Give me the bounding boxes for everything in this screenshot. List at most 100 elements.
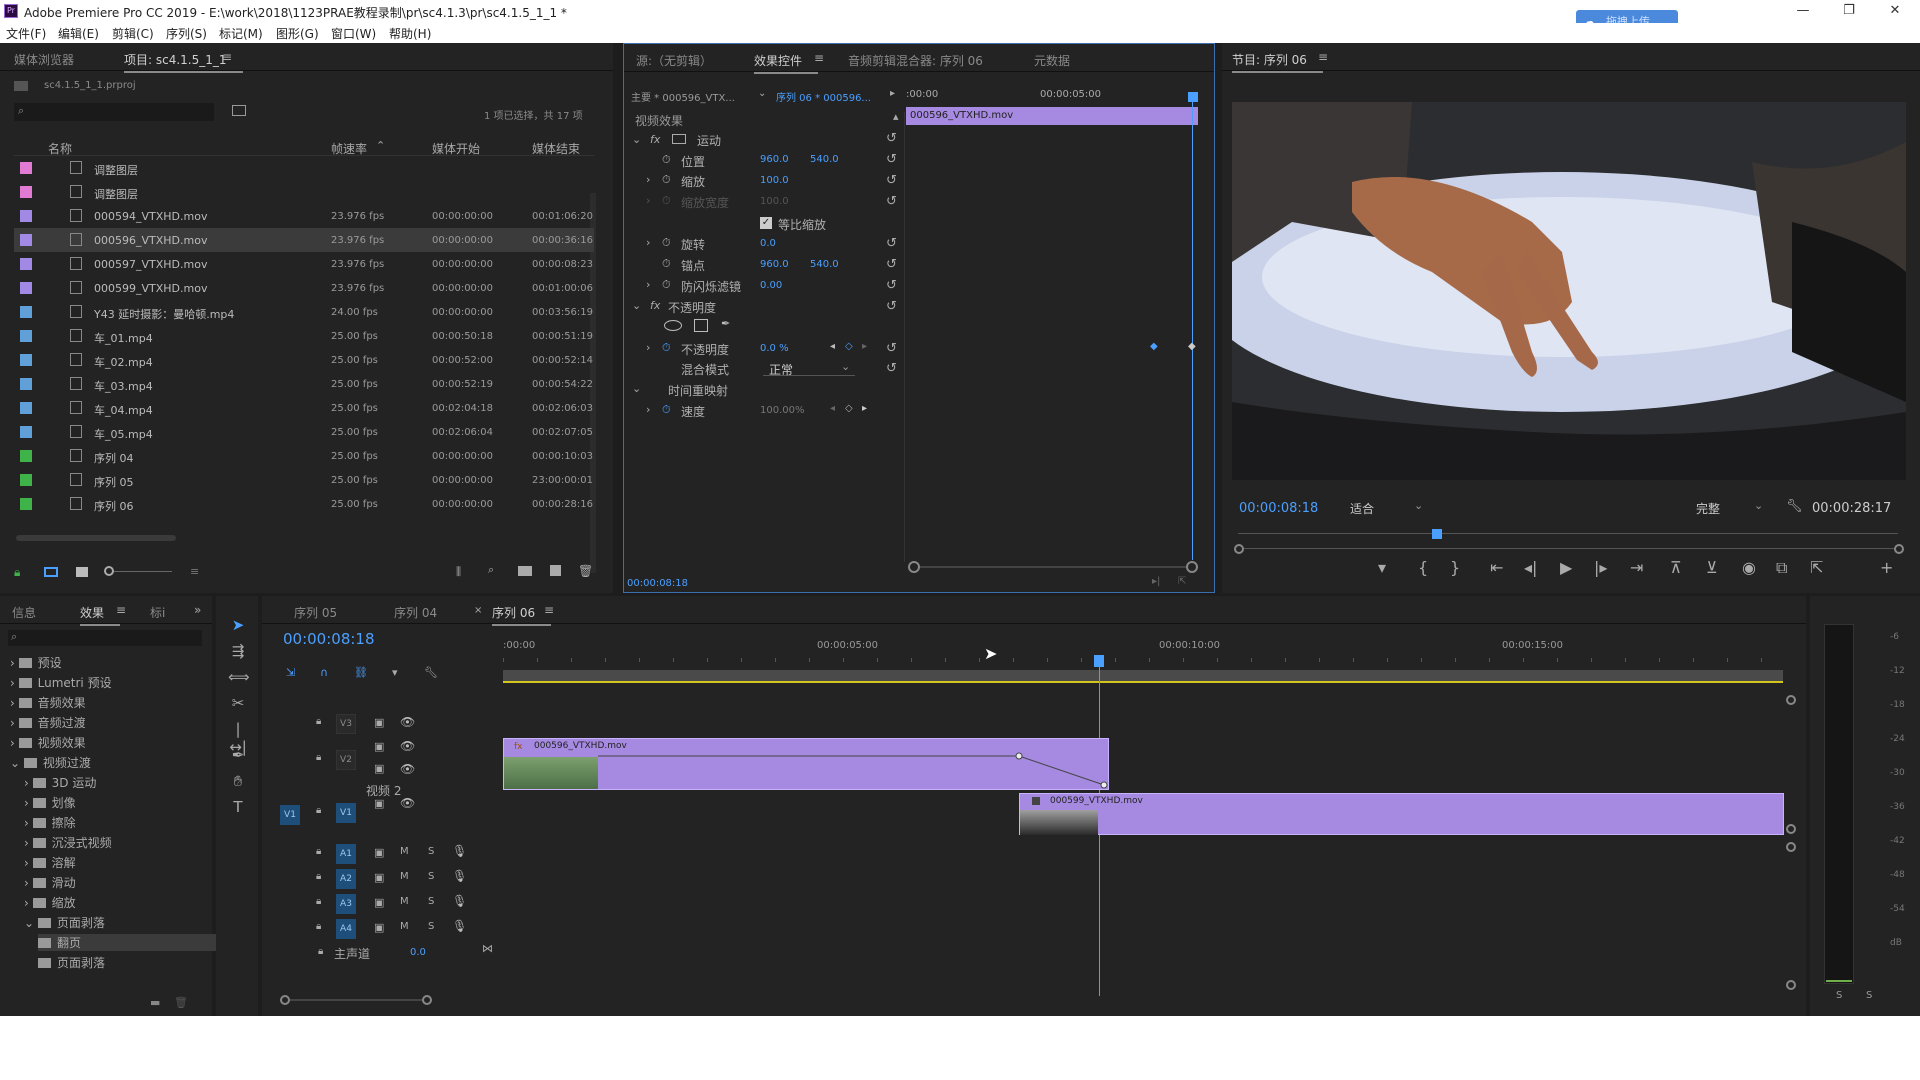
speed-value[interactable]: 100.00% xyxy=(760,405,805,416)
col-media-start[interactable]: 媒体开始 xyxy=(432,140,480,157)
effects-tree-item[interactable]: ⌄ 视频过渡 xyxy=(10,754,91,771)
sequence-clip-label[interactable]: 序列 06 * 000596... xyxy=(776,89,871,104)
rotate-chevron-icon[interactable]: › xyxy=(646,236,650,249)
microphone-icon[interactable]: 🎙︎ xyxy=(452,869,467,883)
maximize-button[interactable]: ❐ xyxy=(1826,0,1872,23)
time-remap-chevron-icon[interactable]: ⌄ xyxy=(632,382,641,395)
timeline-timecode[interactable]: 00:00:08:18 xyxy=(283,630,375,648)
ec-playhead[interactable] xyxy=(1188,92,1198,102)
hand-tool-icon[interactable]: ✋︎ xyxy=(228,772,248,792)
reset-parameter-icon[interactable]: ↺ xyxy=(886,131,897,146)
col-fps[interactable]: 帧速率 xyxy=(331,140,367,157)
speed-chevron-icon[interactable]: › xyxy=(646,403,650,416)
chevron-right-icon[interactable]: › xyxy=(24,836,33,850)
step-back-icon[interactable]: ◂| xyxy=(1524,558,1537,577)
timeline-settings-icon[interactable]: 🔧︎ xyxy=(424,666,438,679)
menu-edit[interactable]: 编辑(E) xyxy=(58,25,99,42)
effects-tree-item[interactable]: › 3D 运动 xyxy=(24,774,96,791)
stopwatch-icon[interactable]: ⏱︎ xyxy=(662,173,671,187)
lock-icon[interactable]: 🔒︎ xyxy=(316,871,321,882)
effects-tree-item[interactable]: › 音频过渡 xyxy=(10,714,86,731)
panel-menu-icon[interactable]: ≡ xyxy=(116,603,126,617)
tab-markers[interactable]: 标i xyxy=(150,604,165,621)
tab-sequence-04[interactable]: 序列 04 xyxy=(394,604,437,621)
solo-right-button[interactable]: S xyxy=(1866,990,1872,1001)
effects-tree-item[interactable]: 页面剥落 xyxy=(38,954,105,971)
chevron-right-icon[interactable]: › xyxy=(24,876,33,890)
effects-tree-item[interactable]: › Lumetri 预设 xyxy=(10,674,112,691)
flicker-value[interactable]: 0.00 xyxy=(760,280,782,291)
mute-button[interactable]: M xyxy=(400,921,409,932)
close-tab-icon[interactable]: × xyxy=(474,605,482,616)
project-row[interactable]: 车_02.mp4 25.00 fps 00:00:52:00 00:00:52:14 xyxy=(14,348,594,372)
prev-keyframe-icon[interactable]: ◂ xyxy=(830,403,835,414)
prev-keyframe-icon[interactable]: ◂ xyxy=(830,341,835,352)
mark-in-icon[interactable]: { xyxy=(1418,558,1428,577)
automate-to-sequence-icon[interactable]: ⫼ xyxy=(456,565,461,579)
keyframe-icon[interactable]: ◆ xyxy=(1150,341,1158,352)
step-forward-icon[interactable]: |▸ xyxy=(1594,558,1607,577)
project-row[interactable]: 序列 04 25.00 fps 00:00:00:00 00:00:10:03 xyxy=(14,444,594,468)
effects-tree-item[interactable]: › 缩放 xyxy=(24,894,76,911)
reset-parameter-icon[interactable]: ↺ xyxy=(886,173,897,188)
microphone-icon[interactable]: 🎙︎ xyxy=(452,894,467,908)
chevron-right-icon[interactable]: › xyxy=(24,776,33,790)
menu-sequence[interactable]: 序列(S) xyxy=(166,25,207,42)
tab-sequence-05[interactable]: 序列 05 xyxy=(294,604,337,621)
sync-lock-icon[interactable]: ▣ xyxy=(374,921,384,934)
sort-icons-icon[interactable]: ≡ xyxy=(190,565,199,578)
lock-icon[interactable]: 🔒︎ xyxy=(316,896,321,907)
label-color-swatch[interactable] xyxy=(20,234,32,246)
keyframe-icon[interactable]: ◆ xyxy=(1188,341,1196,352)
label-color-swatch[interactable] xyxy=(20,474,32,486)
new-item-icon[interactable] xyxy=(550,565,561,576)
stopwatch-active-icon[interactable]: ⏱︎ xyxy=(662,403,671,417)
sync-lock-icon[interactable]: ▣ xyxy=(374,716,384,729)
fx-icon[interactable]: fx xyxy=(650,299,660,312)
tab-source[interactable]: 源:（无剪辑） xyxy=(636,52,712,69)
pen-mask-icon[interactable]: ✒︎ xyxy=(721,317,730,330)
search-input[interactable]: ⌕ xyxy=(14,103,214,121)
project-row[interactable]: 调整图层 xyxy=(14,156,594,180)
add-marker-icon[interactable]: ▾ xyxy=(1378,558,1386,577)
scale-chevron-icon[interactable]: › xyxy=(646,173,650,186)
reset-parameter-icon[interactable]: ↺ xyxy=(886,152,897,167)
program-time-ruler[interactable] xyxy=(1238,533,1898,534)
project-hscrollbar[interactable] xyxy=(16,535,176,541)
microphone-icon[interactable]: 🎙︎ xyxy=(452,844,467,858)
comparison-view-icon[interactable]: ⧉ xyxy=(1776,558,1787,578)
track-target[interactable]: A4 xyxy=(336,919,356,939)
tab-metadata[interactable]: 元数据 xyxy=(1034,52,1070,69)
lock-icon[interactable]: 🔒︎ xyxy=(316,846,321,857)
export-icon[interactable]: ⇱ xyxy=(1810,558,1823,577)
track-select-tool-icon[interactable]: ⇶ xyxy=(228,642,248,662)
selection-tool-icon[interactable]: ➤ xyxy=(228,616,248,636)
project-row[interactable]: 000596_VTXHD.mov 23.976 fps 00:00:00:00 00:… xyxy=(14,228,594,252)
sync-lock-icon[interactable]: ▣ xyxy=(374,896,384,909)
sync-lock-icon[interactable]: ▣ xyxy=(374,762,384,775)
mute-button[interactable]: M xyxy=(400,871,409,882)
project-row[interactable]: 000594_VTXHD.mov 23.976 fps 00:00:00:00 00:… xyxy=(14,204,594,228)
position-x[interactable]: 960.0 xyxy=(760,154,789,165)
effects-tree-item[interactable]: ⌄ 页面剥落 xyxy=(24,914,105,931)
lift-icon[interactable]: ⊼ xyxy=(1670,558,1682,577)
export-frame-icon[interactable]: ◉ xyxy=(1742,558,1756,577)
label-color-swatch[interactable] xyxy=(20,354,32,366)
motion-chevron-icon[interactable]: ⌄ xyxy=(632,133,641,146)
snap-icon[interactable]: ∩ xyxy=(320,666,328,679)
nest-icon[interactable]: ⇲ xyxy=(286,666,295,679)
panel-menu-icon[interactable]: ≡ xyxy=(544,603,554,617)
effects-tree-item[interactable]: › 预设 xyxy=(10,654,62,671)
scroll-up-icon[interactable]: ▴ xyxy=(893,110,899,123)
effects-tree-item[interactable]: › 滑动 xyxy=(24,874,76,891)
label-color-swatch[interactable] xyxy=(20,282,32,294)
sync-lock-icon[interactable]: ▣ xyxy=(374,871,384,884)
tab-effect-controls[interactable]: 效果控件 xyxy=(754,52,819,74)
microphone-icon[interactable]: 🎙︎ xyxy=(452,919,467,933)
tab-project[interactable]: 项目: sc4.1.5_1_1 xyxy=(124,51,242,73)
ripple-edit-tool-icon[interactable]: ⟺ xyxy=(228,668,250,688)
program-zoom-right[interactable] xyxy=(1894,544,1904,554)
track-target[interactable]: V2 xyxy=(336,750,356,770)
timeline-zoom-left[interactable] xyxy=(280,995,290,1005)
project-row[interactable]: Y43 延时摄影：曼哈顿.mp4 24.00 fps 00:00:00:00 00:0… xyxy=(14,300,594,324)
